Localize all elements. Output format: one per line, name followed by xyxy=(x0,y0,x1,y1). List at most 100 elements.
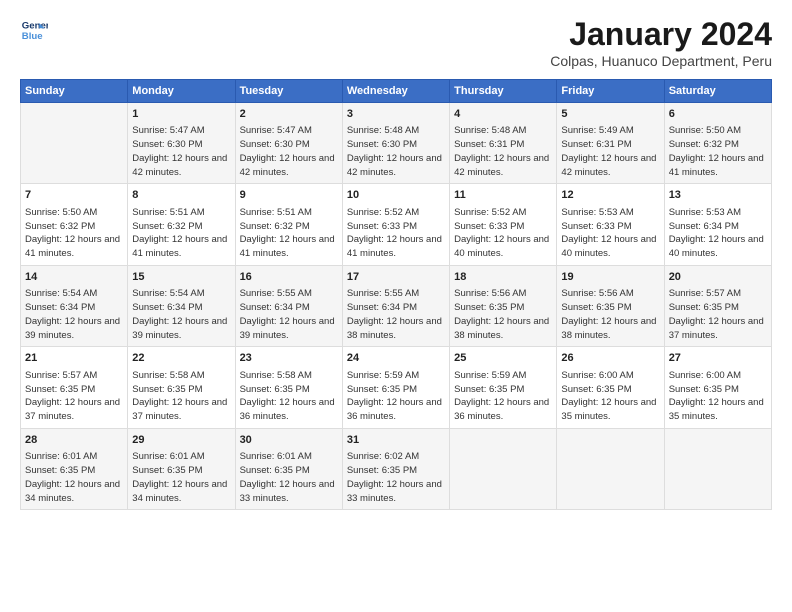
day-info: Sunrise: 5:52 AM Sunset: 6:33 PM Dayligh… xyxy=(347,206,445,261)
day-info: Sunrise: 5:53 AM Sunset: 6:34 PM Dayligh… xyxy=(669,206,767,261)
day-number: 8 xyxy=(132,188,230,203)
day-info: Sunrise: 5:58 AM Sunset: 6:35 PM Dayligh… xyxy=(240,369,338,424)
day-info: Sunrise: 5:51 AM Sunset: 6:32 PM Dayligh… xyxy=(240,206,338,261)
day-info: Sunrise: 6:02 AM Sunset: 6:35 PM Dayligh… xyxy=(347,450,445,505)
calendar-cell: 11Sunrise: 5:52 AM Sunset: 6:33 PM Dayli… xyxy=(450,184,557,265)
day-number: 10 xyxy=(347,188,445,203)
calendar-cell xyxy=(21,103,128,184)
day-number: 4 xyxy=(454,107,552,122)
day-number: 26 xyxy=(561,351,659,366)
col-thursday: Thursday xyxy=(450,80,557,103)
calendar-cell: 22 Sunrise: 5:58 AM Sunset: 6:35 PM Dayli… xyxy=(128,347,235,428)
calendar-cell: 20Sunrise: 5:57 AM Sunset: 6:35 PM Dayli… xyxy=(664,265,771,346)
calendar-cell xyxy=(664,428,771,509)
calendar-table: Sunday Monday Tuesday Wednesday Thursday… xyxy=(20,79,772,510)
col-tuesday: Tuesday xyxy=(235,80,342,103)
calendar-cell: 9 Sunrise: 5:51 AM Sunset: 6:32 PM Daylig… xyxy=(235,184,342,265)
calendar-cell xyxy=(450,428,557,509)
col-friday: Friday xyxy=(557,80,664,103)
day-number: 24 xyxy=(347,351,445,366)
calendar-row-1: 1Sunrise: 5:47 AM Sunset: 6:30 PM Daylig… xyxy=(21,103,772,184)
calendar-cell: 30 Sunrise: 6:01 AM Sunset: 6:35 PM Dayli… xyxy=(235,428,342,509)
day-info: Sunrise: 5:52 AM Sunset: 6:33 PM Dayligh… xyxy=(454,206,552,261)
day-info: Sunrise: 5:57 AM Sunset: 6:35 PM Dayligh… xyxy=(25,369,123,424)
calendar-cell: 19 Sunrise: 5:56 AM Sunset: 6:35 PM Dayli… xyxy=(557,265,664,346)
calendar-cell: 14Sunrise: 5:54 AM Sunset: 6:34 PM Dayli… xyxy=(21,265,128,346)
day-info: Sunrise: 5:50 AM Sunset: 6:32 PM Dayligh… xyxy=(25,206,123,261)
day-number: 28 xyxy=(25,433,123,448)
calendar-cell: 1Sunrise: 5:47 AM Sunset: 6:30 PM Daylig… xyxy=(128,103,235,184)
day-info: Sunrise: 5:56 AM Sunset: 6:35 PM Dayligh… xyxy=(561,287,659,342)
location-subtitle: Colpas, Huanuco Department, Peru xyxy=(550,53,772,69)
calendar-cell: 23 Sunrise: 5:58 AM Sunset: 6:35 PM Dayli… xyxy=(235,347,342,428)
day-number: 31 xyxy=(347,433,445,448)
day-number: 21 xyxy=(25,351,123,366)
day-info: Sunrise: 5:59 AM Sunset: 6:35 PM Dayligh… xyxy=(454,369,552,424)
calendar-row-4: 21 Sunrise: 5:57 AM Sunset: 6:35 PM Dayli… xyxy=(21,347,772,428)
day-info: Sunrise: 5:55 AM Sunset: 6:34 PM Dayligh… xyxy=(240,287,338,342)
col-wednesday: Wednesday xyxy=(342,80,449,103)
logo-icon: General Blue xyxy=(20,16,48,44)
day-info: Sunrise: 5:48 AM Sunset: 6:30 PM Dayligh… xyxy=(347,124,445,179)
day-info: Sunrise: 5:54 AM Sunset: 6:34 PM Dayligh… xyxy=(132,287,230,342)
calendar-cell: 8 Sunrise: 5:51 AM Sunset: 6:32 PM Daylig… xyxy=(128,184,235,265)
day-number: 3 xyxy=(347,107,445,122)
day-number: 19 xyxy=(561,270,659,285)
calendar-cell: 31 Sunrise: 6:02 AM Sunset: 6:35 PM Dayli… xyxy=(342,428,449,509)
title-area: January 2024 Colpas, Huanuco Department,… xyxy=(550,16,772,69)
day-info: Sunrise: 6:00 AM Sunset: 6:35 PM Dayligh… xyxy=(669,369,767,424)
calendar-cell: 10 Sunrise: 5:52 AM Sunset: 6:33 PM Dayli… xyxy=(342,184,449,265)
calendar-cell: 13 Sunrise: 5:53 AM Sunset: 6:34 PM Dayli… xyxy=(664,184,771,265)
day-info: Sunrise: 5:59 AM Sunset: 6:35 PM Dayligh… xyxy=(347,369,445,424)
day-number: 25 xyxy=(454,351,552,366)
day-info: Sunrise: 6:01 AM Sunset: 6:35 PM Dayligh… xyxy=(240,450,338,505)
calendar-row-5: 28 Sunrise: 6:01 AM Sunset: 6:35 PM Dayli… xyxy=(21,428,772,509)
header-row: Sunday Monday Tuesday Wednesday Thursday… xyxy=(21,80,772,103)
day-info: Sunrise: 5:50 AM Sunset: 6:32 PM Dayligh… xyxy=(669,124,767,179)
calendar-cell: 21 Sunrise: 5:57 AM Sunset: 6:35 PM Dayli… xyxy=(21,347,128,428)
calendar-cell: 15Sunrise: 5:54 AM Sunset: 6:34 PM Dayli… xyxy=(128,265,235,346)
month-title: January 2024 xyxy=(550,16,772,53)
day-info: Sunrise: 5:49 AM Sunset: 6:31 PM Dayligh… xyxy=(561,124,659,179)
day-number: 30 xyxy=(240,433,338,448)
day-number: 20 xyxy=(669,270,767,285)
calendar-row-3: 14Sunrise: 5:54 AM Sunset: 6:34 PM Dayli… xyxy=(21,265,772,346)
day-info: Sunrise: 5:58 AM Sunset: 6:35 PM Dayligh… xyxy=(132,369,230,424)
day-number: 9 xyxy=(240,188,338,203)
col-saturday: Saturday xyxy=(664,80,771,103)
day-number: 2 xyxy=(240,107,338,122)
calendar-cell: 6 Sunrise: 5:50 AM Sunset: 6:32 PM Daylig… xyxy=(664,103,771,184)
day-info: Sunrise: 5:47 AM Sunset: 6:30 PM Dayligh… xyxy=(240,124,338,179)
day-number: 23 xyxy=(240,351,338,366)
calendar-cell: 26 Sunrise: 6:00 AM Sunset: 6:35 PM Dayli… xyxy=(557,347,664,428)
col-sunday: Sunday xyxy=(21,80,128,103)
calendar-cell: 16 Sunrise: 5:55 AM Sunset: 6:34 PM Dayli… xyxy=(235,265,342,346)
day-info: Sunrise: 5:54 AM Sunset: 6:34 PM Dayligh… xyxy=(25,287,123,342)
calendar-cell xyxy=(557,428,664,509)
day-number: 18 xyxy=(454,270,552,285)
calendar-cell: 4Sunrise: 5:48 AM Sunset: 6:31 PM Daylig… xyxy=(450,103,557,184)
col-monday: Monday xyxy=(128,80,235,103)
day-info: Sunrise: 5:51 AM Sunset: 6:32 PM Dayligh… xyxy=(132,206,230,261)
day-number: 27 xyxy=(669,351,767,366)
day-number: 12 xyxy=(561,188,659,203)
day-number: 7 xyxy=(25,188,123,203)
calendar-cell: 12Sunrise: 5:53 AM Sunset: 6:33 PM Dayli… xyxy=(557,184,664,265)
calendar-row-2: 7 Sunrise: 5:50 AM Sunset: 6:32 PM Daylig… xyxy=(21,184,772,265)
logo: General Blue xyxy=(20,16,48,44)
day-info: Sunrise: 5:55 AM Sunset: 6:34 PM Dayligh… xyxy=(347,287,445,342)
calendar-cell: 25 Sunrise: 5:59 AM Sunset: 6:35 PM Dayli… xyxy=(450,347,557,428)
day-number: 6 xyxy=(669,107,767,122)
calendar-cell: 2 Sunrise: 5:47 AM Sunset: 6:30 PM Daylig… xyxy=(235,103,342,184)
day-number: 22 xyxy=(132,351,230,366)
day-info: Sunrise: 6:01 AM Sunset: 6:35 PM Dayligh… xyxy=(25,450,123,505)
svg-text:Blue: Blue xyxy=(22,31,43,42)
day-number: 29 xyxy=(132,433,230,448)
day-number: 13 xyxy=(669,188,767,203)
calendar-cell: 24 Sunrise: 5:59 AM Sunset: 6:35 PM Dayli… xyxy=(342,347,449,428)
day-info: Sunrise: 5:47 AM Sunset: 6:30 PM Dayligh… xyxy=(132,124,230,179)
day-info: Sunrise: 6:00 AM Sunset: 6:35 PM Dayligh… xyxy=(561,369,659,424)
calendar-cell: 5Sunrise: 5:49 AM Sunset: 6:31 PM Daylig… xyxy=(557,103,664,184)
day-info: Sunrise: 6:01 AM Sunset: 6:35 PM Dayligh… xyxy=(132,450,230,505)
day-number: 16 xyxy=(240,270,338,285)
